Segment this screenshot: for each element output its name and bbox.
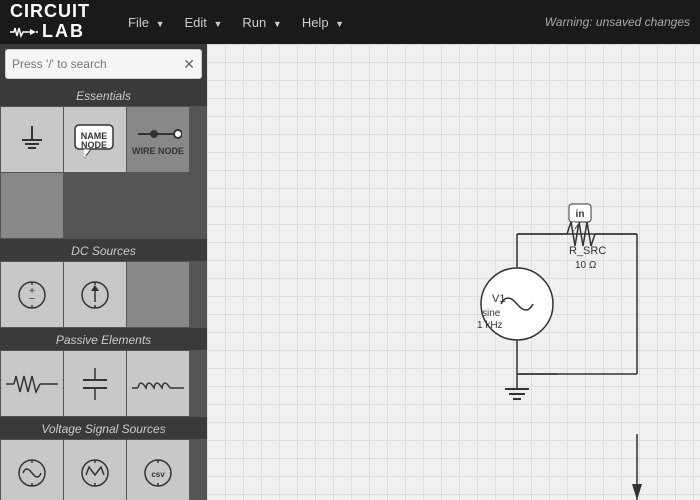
svg-text:V1: V1 [492, 293, 505, 305]
dci-icon [77, 277, 113, 313]
section-voltage-signal: Voltage Signal Sources [0, 417, 207, 439]
resistor-icon [6, 372, 58, 396]
logo-lab: LAB [42, 22, 85, 42]
component-resistor[interactable] [1, 351, 63, 416]
canvas-area[interactable]: in V1 sine 1 kHz R_SRC 10 Ω [207, 44, 700, 500]
section-passive: Passive Elements [0, 328, 207, 350]
passive-grid [0, 350, 207, 417]
component-list[interactable]: Essentials [0, 84, 207, 500]
vcsv-icon: csv [140, 455, 176, 491]
component-empty1 [1, 173, 63, 238]
svg-text:sine: sine [482, 308, 501, 319]
topbar: CIRCUIT LAB File ▼ Edit ▼ Run ▼ Help ▼ W… [0, 0, 700, 44]
component-namenode[interactable]: NAME NODE [64, 107, 126, 172]
logo: CIRCUIT LAB [10, 2, 90, 42]
search-close-icon[interactable]: ✕ [183, 57, 195, 71]
logo-circuit: CIRCUIT [10, 2, 90, 22]
component-inductor[interactable] [127, 351, 189, 416]
component-dcv[interactable]: + − [1, 262, 63, 327]
dc-sources-grid: + − [0, 261, 207, 328]
essentials-grid: NAME NODE [0, 106, 207, 239]
namenode-icon: NAME NODE [71, 121, 119, 159]
menu-help[interactable]: Help ▼ [294, 11, 352, 34]
svg-text:in: in [576, 209, 585, 220]
component-vtri[interactable] [64, 440, 126, 500]
capacitor-icon [77, 366, 113, 402]
vtri-icon [77, 455, 113, 491]
component-wire[interactable]: WIRE NODE [127, 107, 189, 172]
wire-label: WIRE NODE [132, 146, 184, 156]
svg-text:R_SRC: R_SRC [569, 245, 606, 257]
sidebar: ✕ Essentials [0, 44, 207, 500]
main-area: ✕ Essentials [0, 44, 700, 500]
wire-icon [134, 124, 182, 144]
logo-wave-icon [10, 26, 38, 38]
svg-text:10 Ω: 10 Ω [575, 260, 597, 271]
circuit-canvas: in V1 sine 1 kHz R_SRC 10 Ω [207, 44, 700, 500]
menu-bar: File ▼ Edit ▼ Run ▼ Help ▼ [120, 11, 352, 34]
vsine-icon [14, 455, 50, 491]
component-capacitor[interactable] [64, 351, 126, 416]
component-dci[interactable] [64, 262, 126, 327]
voltage-signal-grid: csv [0, 439, 207, 500]
menu-run[interactable]: Run ▼ [234, 11, 289, 34]
section-dc-sources: DC Sources [0, 239, 207, 261]
component-empty2 [127, 262, 189, 327]
section-essentials: Essentials [0, 84, 207, 106]
svg-text:1 kHz: 1 kHz [477, 320, 503, 331]
component-vcsv[interactable]: csv [127, 440, 189, 500]
warning-text: Warning: unsaved changes [545, 15, 690, 29]
component-vsine[interactable] [1, 440, 63, 500]
menu-edit[interactable]: Edit ▼ [176, 11, 230, 34]
inductor-icon [132, 372, 184, 396]
component-ground[interactable] [1, 107, 63, 172]
ground-icon [14, 122, 50, 158]
menu-file[interactable]: File ▼ [120, 11, 172, 34]
search-bar: ✕ [5, 49, 202, 79]
search-input[interactable] [12, 57, 183, 71]
dcv-icon: + − [14, 277, 50, 313]
svg-text:−: − [29, 294, 35, 305]
svg-text:csv: csv [151, 470, 165, 479]
